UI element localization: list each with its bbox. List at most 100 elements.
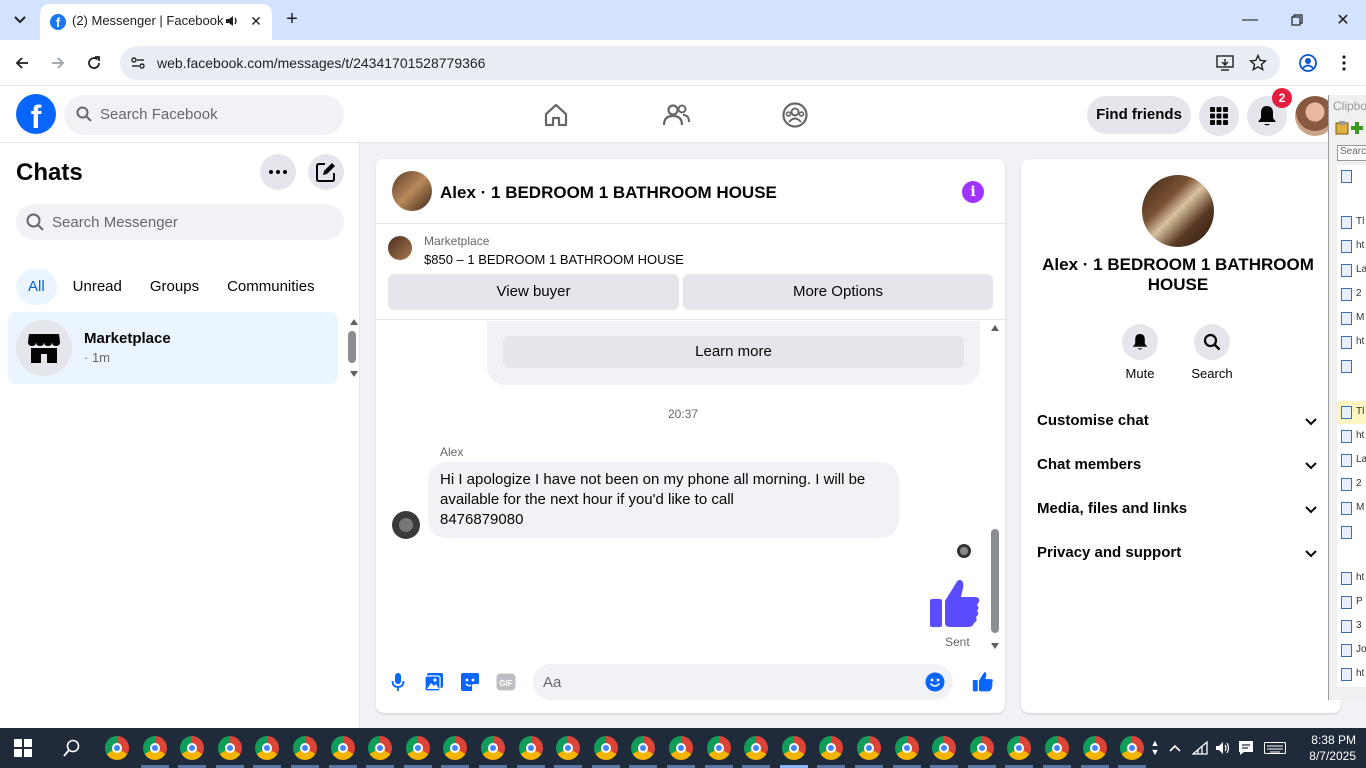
tab-search-chevron-icon[interactable] bbox=[8, 8, 32, 32]
install-app-icon[interactable] bbox=[1215, 53, 1235, 73]
volume-icon[interactable] bbox=[1214, 739, 1232, 757]
forward-icon[interactable] bbox=[46, 51, 70, 75]
chrome-taskbar-icon[interactable] bbox=[970, 736, 994, 760]
find-friends-button[interactable]: Find friends bbox=[1087, 96, 1191, 134]
clipboard-item[interactable]: 2 bbox=[1337, 473, 1366, 497]
tray-overflow-chevron-icon[interactable] bbox=[1166, 739, 1184, 757]
network-icon[interactable] bbox=[1191, 739, 1209, 757]
chrome-taskbar-icon[interactable] bbox=[782, 736, 806, 760]
taskbar-scroll-icon[interactable]: ▲ ▼ bbox=[1146, 739, 1164, 757]
clipboard-item[interactable]: ht bbox=[1337, 425, 1366, 449]
info-icon[interactable]: i bbox=[962, 181, 984, 203]
facebook-logo-icon[interactable]: f bbox=[16, 94, 56, 134]
scrollbar-thumb[interactable] bbox=[348, 331, 356, 363]
minimize-icon[interactable]: — bbox=[1238, 8, 1262, 32]
thread-scrollbar[interactable] bbox=[988, 321, 1002, 651]
scroll-up-arrow-icon[interactable] bbox=[350, 319, 358, 325]
clipboard-search-input[interactable]: Search bbox=[1337, 145, 1366, 161]
message-input[interactable]: Aa bbox=[533, 664, 953, 700]
clipboard-item[interactable]: ht bbox=[1337, 235, 1366, 259]
clipboard-item[interactable]: Tl bbox=[1337, 401, 1366, 425]
emoji-icon[interactable] bbox=[925, 672, 945, 692]
chrome-taskbar-icon[interactable] bbox=[443, 736, 467, 760]
chrome-taskbar-icon[interactable] bbox=[895, 736, 919, 760]
clipboard-item[interactable]: P bbox=[1337, 591, 1366, 615]
address-bar[interactable]: web.facebook.com/messages/t/243417015287… bbox=[120, 46, 1280, 80]
clipboard-item[interactable]: ht bbox=[1337, 663, 1366, 687]
scroll-down-arrow-icon[interactable] bbox=[991, 643, 999, 649]
chrome-taskbar-icon[interactable] bbox=[932, 736, 956, 760]
notification-center-icon[interactable] bbox=[1237, 739, 1255, 757]
url-text[interactable]: web.facebook.com/messages/t/243417015287… bbox=[157, 55, 485, 71]
clipboard-item[interactable]: 2 bbox=[1337, 283, 1366, 307]
view-buyer-button[interactable]: View buyer bbox=[388, 274, 679, 310]
mute-button[interactable]: Mute bbox=[1110, 324, 1170, 381]
bookmark-star-icon[interactable] bbox=[1248, 53, 1268, 73]
photo-gallery-icon[interactable] bbox=[422, 670, 446, 694]
keyboard-icon[interactable] bbox=[1264, 739, 1286, 757]
chrome-taskbar-icon[interactable] bbox=[406, 736, 430, 760]
chrome-taskbar-icon[interactable] bbox=[105, 736, 129, 760]
incoming-message-bubble[interactable]: Hi I apologize I have not been on my pho… bbox=[428, 462, 899, 538]
chrome-taskbar-icon[interactable] bbox=[1083, 736, 1107, 760]
chrome-taskbar-icon[interactable] bbox=[368, 736, 392, 760]
menu-grid-icon[interactable] bbox=[1199, 96, 1239, 136]
search-conversation-button[interactable]: Search bbox=[1182, 324, 1242, 381]
filter-groups[interactable]: Groups bbox=[138, 269, 211, 305]
reload-icon[interactable] bbox=[82, 51, 106, 75]
chat-list-item-marketplace[interactable]: Marketplace · 1m bbox=[8, 312, 338, 384]
chrome-taskbar-icon[interactable] bbox=[857, 736, 881, 760]
chrome-taskbar-icon[interactable] bbox=[1120, 736, 1144, 760]
close-window-icon[interactable]: ✕ bbox=[1331, 8, 1355, 32]
chrome-taskbar-icon[interactable] bbox=[744, 736, 768, 760]
learn-more-button[interactable]: Learn more bbox=[503, 336, 964, 368]
chrome-taskbar-icon[interactable] bbox=[481, 736, 505, 760]
chrome-taskbar-icon[interactable] bbox=[1007, 736, 1031, 760]
gif-icon[interactable]: GIF bbox=[494, 670, 518, 694]
clipboard-item[interactable]: La bbox=[1337, 259, 1366, 283]
chrome-taskbar-icon[interactable] bbox=[819, 736, 843, 760]
chrome-taskbar-icon[interactable] bbox=[293, 736, 317, 760]
chrome-taskbar-icon[interactable] bbox=[180, 736, 204, 760]
scroll-down-arrow-icon[interactable] bbox=[350, 371, 358, 377]
browser-tab[interactable]: f (2) Messenger | Facebook ✕ bbox=[40, 4, 272, 40]
site-info-icon[interactable] bbox=[128, 53, 148, 73]
friends-icon[interactable] bbox=[661, 100, 691, 130]
more-options-button[interactable]: More Options bbox=[683, 274, 993, 310]
clipboard-item[interactable]: Tl bbox=[1337, 211, 1366, 235]
facebook-search-input[interactable]: Search Facebook bbox=[64, 95, 344, 135]
taskbar-search-icon[interactable] bbox=[63, 739, 81, 757]
taskbar-clock[interactable]: 8:38 PM 8/7/2025 bbox=[1296, 732, 1356, 764]
clipboard-item[interactable]: M bbox=[1337, 497, 1366, 521]
chrome-taskbar-icon[interactable] bbox=[556, 736, 580, 760]
chats-options-icon[interactable] bbox=[260, 154, 296, 190]
tab-close-icon[interactable]: ✕ bbox=[248, 13, 264, 29]
chrome-taskbar-icon[interactable] bbox=[331, 736, 355, 760]
filter-unread[interactable]: Unread bbox=[61, 269, 134, 305]
filter-all[interactable]: All bbox=[16, 269, 57, 305]
groups-icon[interactable] bbox=[780, 100, 810, 130]
chat-list-scrollbar[interactable] bbox=[347, 315, 358, 379]
scrollbar-thumb[interactable] bbox=[991, 529, 999, 633]
profile-icon[interactable] bbox=[1296, 51, 1320, 75]
browser-menu-icon[interactable] bbox=[1332, 51, 1356, 75]
chrome-taskbar-icon[interactable] bbox=[707, 736, 731, 760]
chrome-taskbar-icon[interactable] bbox=[143, 736, 167, 760]
conversation-title[interactable]: Alex · 1 BEDROOM 1 BATHROOM HOUSE bbox=[440, 183, 777, 203]
clipboard-item[interactable]: ht bbox=[1337, 331, 1366, 355]
conversation-avatar[interactable] bbox=[392, 171, 432, 211]
clipboard-toolbar-icon[interactable] bbox=[1335, 121, 1365, 135]
chat-members-section[interactable]: Chat members bbox=[1037, 453, 1319, 477]
chrome-taskbar-icon[interactable] bbox=[255, 736, 279, 760]
clipboard-item[interactable]: ht bbox=[1337, 567, 1366, 591]
scroll-up-arrow-icon[interactable] bbox=[991, 325, 999, 331]
sticker-icon[interactable] bbox=[458, 670, 482, 694]
media-files-links-section[interactable]: Media, files and links bbox=[1037, 497, 1319, 521]
chrome-taskbar-icon[interactable] bbox=[1045, 736, 1069, 760]
new-message-icon[interactable] bbox=[308, 154, 344, 190]
like-send-icon[interactable] bbox=[971, 670, 995, 694]
chrome-taskbar-icon[interactable] bbox=[669, 736, 693, 760]
privacy-support-section[interactable]: Privacy and support bbox=[1037, 541, 1319, 565]
info-avatar[interactable] bbox=[1142, 175, 1214, 247]
clipboard-item[interactable] bbox=[1337, 355, 1366, 401]
